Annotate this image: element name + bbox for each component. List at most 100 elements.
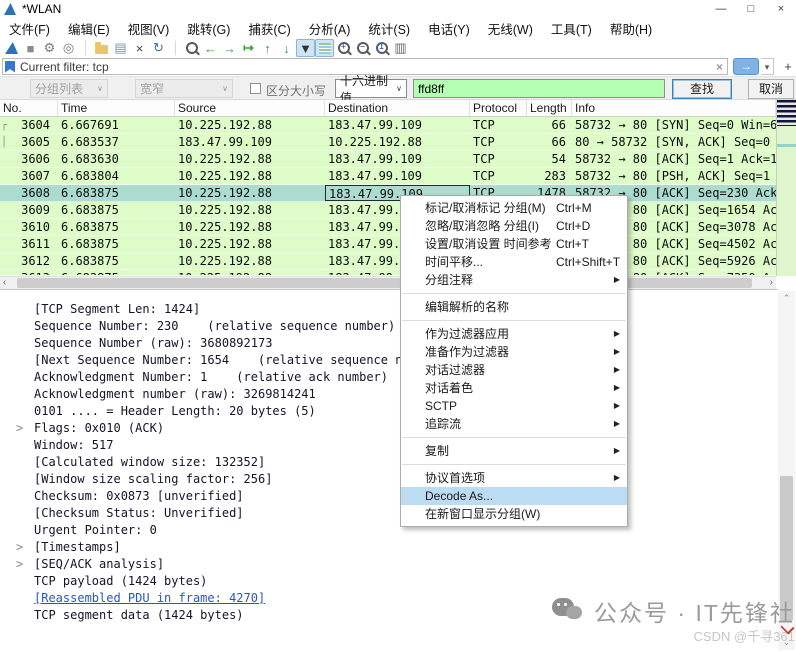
stop-capture-icon[interactable]: ■ (21, 39, 40, 57)
resize-columns-icon[interactable]: ▥ (391, 39, 410, 57)
context-menu-item-follow-stream[interactable]: 追踪流▶ (401, 415, 627, 433)
column-header-info[interactable]: Info (572, 100, 776, 116)
go-forward-icon[interactable]: → (220, 39, 239, 57)
scroll-down-icon[interactable]: ⌄ (778, 637, 795, 648)
details-line[interactable]: >[Timestamps] (0, 539, 778, 556)
context-menu-item-ignore-packet[interactable]: 忽略/取消忽略 分组(I)Ctrl+D (401, 217, 627, 235)
filter-clear-icon[interactable]: × (716, 60, 723, 74)
find-button[interactable]: 查找 (672, 79, 732, 99)
reassembled-pdu-link[interactable]: [Reassembled PDU in frame: 4270] (34, 591, 265, 605)
context-menu-item-packet-comment[interactable]: 分组注释▶ (401, 271, 627, 289)
scroll-right-icon[interactable]: › (770, 277, 773, 289)
menubar-item-analyze[interactable]: 分析(A) (300, 19, 360, 38)
menubar-item-edit[interactable]: 编辑(E) (59, 19, 119, 38)
filter-dropdown-caret[interactable]: ▾ (761, 58, 774, 75)
maximize-button[interactable]: □ (736, 0, 766, 18)
save-file-icon[interactable]: ▤ (111, 39, 130, 57)
column-header-length[interactable]: Length (527, 100, 572, 116)
horizontal-scrollbar[interactable]: ‹ › (0, 276, 776, 289)
go-last-packet-icon[interactable]: ↓ (277, 39, 296, 57)
context-menu-item-time-shift[interactable]: 时间平移...Ctrl+Shift+T (401, 253, 627, 271)
details-vertical-scrollbar[interactable]: ⌃ ⌄ (778, 291, 795, 650)
menubar-item-telephony[interactable]: 电话(Y) (419, 19, 479, 38)
scrollbar-minimap (777, 100, 796, 126)
packet-row-3609[interactable]: 36096.68387510.225.192.88183.47.99.109TC… (0, 202, 776, 219)
search-input[interactable] (413, 79, 665, 98)
zoom-in-icon[interactable]: + (334, 39, 353, 57)
scroll-left-icon[interactable]: ‹ (3, 277, 6, 289)
packet-row-3606[interactable]: 36066.68363010.225.192.88183.47.99.109TC… (0, 151, 776, 168)
menubar-item-file[interactable]: 文件(F) (0, 19, 59, 38)
find-packet-icon[interactable] (182, 39, 201, 57)
packet-row-3604[interactable]: ┌36046.66769110.225.192.88183.47.99.109T… (0, 117, 776, 134)
horizontal-scrollbar-thumb[interactable] (17, 278, 752, 288)
details-line[interactable]: >[SEQ/ACK analysis] (0, 556, 778, 573)
zoom-out-icon[interactable]: − (353, 39, 372, 57)
cancel-button[interactable]: 取消 (748, 79, 794, 99)
packet-row-3612[interactable]: 36126.68387510.225.192.88183.47.99.109TC… (0, 253, 776, 270)
cell-time: 6.683875 (58, 202, 175, 218)
context-menu-item-colorize-conversation[interactable]: 对话着色▶ (401, 379, 627, 397)
case-sensitive-checkbox[interactable] (250, 83, 261, 94)
filter-add-button[interactable]: + (781, 58, 795, 75)
filter-apply-button[interactable]: → (733, 58, 759, 75)
context-menu-item-protocol-preferences[interactable]: 协议首选项▶ (401, 469, 627, 487)
column-header-source[interactable]: Source (175, 100, 325, 116)
details-line[interactable]: >Flags: 0x010 (ACK) (0, 420, 778, 437)
packet-row-3605[interactable]: │36056.683537183.47.99.10910.225.192.88T… (0, 134, 776, 151)
details-line[interactable]: [Reassembled PDU in frame: 4270] (0, 590, 778, 607)
expander-icon[interactable]: > (16, 420, 23, 437)
restart-capture-icon[interactable]: ◎ (59, 39, 78, 57)
close-file-icon[interactable]: × (130, 39, 149, 57)
filter-bookmark-icon[interactable] (5, 61, 15, 73)
menubar-item-view[interactable]: 视图(V) (119, 19, 179, 38)
auto-scroll-icon[interactable]: ▼ (296, 39, 315, 57)
zoom-reset-icon[interactable]: 1 (372, 39, 391, 57)
expander-icon[interactable]: > (16, 539, 23, 556)
context-menu-item-mark-packet[interactable]: 标记/取消标记 分组(M)Ctrl+M (401, 199, 627, 217)
context-menu-item-sctp[interactable]: SCTP▶ (401, 397, 627, 415)
start-capture-icon[interactable] (2, 39, 21, 57)
menubar-item-go[interactable]: 跳转(G) (178, 19, 239, 38)
context-menu-item-apply-as-filter[interactable]: 作为过滤器应用▶ (401, 325, 627, 343)
packet-list-scrollbar[interactable] (776, 100, 796, 276)
colorize-icon[interactable] (315, 39, 334, 57)
context-menu-item-edit-resolved-name[interactable]: 编辑解析的名称 (401, 298, 627, 316)
menu-item-label: 协议首选项 (425, 471, 485, 485)
cell-length: 66 (527, 134, 572, 150)
context-menu-item-set-time-reference[interactable]: 设置/取消设置 时间参考Ctrl+T (401, 235, 627, 253)
menubar-item-help[interactable]: 帮助(H) (601, 19, 661, 38)
context-menu-item-show-in-new-window[interactable]: 在新窗口显示分组(W) (401, 505, 627, 523)
packet-row-3607[interactable]: 36076.68380410.225.192.88183.47.99.109TC… (0, 168, 776, 185)
cell-time: 6.683804 (58, 168, 175, 184)
menubar-item-statistics[interactable]: 统计(S) (359, 19, 419, 38)
details-line: Sequence Number: 230 (relative sequence … (0, 318, 778, 335)
context-menu-item-conversation-filter[interactable]: 对话过滤器▶ (401, 361, 627, 379)
menubar-item-wireless[interactable]: 无线(W) (479, 19, 542, 38)
packet-row-3610[interactable]: 36106.68387510.225.192.88183.47.99.109TC… (0, 219, 776, 236)
packet-row-3611[interactable]: 36116.68387510.225.192.88183.47.99.109TC… (0, 236, 776, 253)
context-menu-item-prepare-as-filter[interactable]: 准备作为过滤器▶ (401, 343, 627, 361)
context-menu-item-decode-as[interactable]: Decode As... (401, 487, 627, 505)
close-button[interactable]: × (766, 0, 796, 18)
column-header-time[interactable]: Time (58, 100, 175, 116)
menubar-item-capture[interactable]: 捕获(C) (239, 19, 299, 38)
packet-row-3608[interactable]: 36086.68387510.225.192.88183.47.99.109TC… (0, 185, 776, 202)
go-back-icon[interactable]: ← (201, 39, 220, 57)
packet-list-header: No.TimeSourceDestinationProtocolLengthIn… (0, 100, 776, 117)
search-type-select[interactable]: 十六进制值∨ (335, 79, 407, 98)
context-menu-item-copy[interactable]: 复制▶ (401, 442, 627, 460)
column-header-no[interactable]: No. (0, 100, 58, 116)
menubar-item-tools[interactable]: 工具(T) (542, 19, 601, 38)
column-header-protocol[interactable]: Protocol (470, 100, 527, 116)
expander-icon[interactable]: > (16, 556, 23, 573)
vertical-scrollbar-thumb[interactable] (780, 476, 793, 621)
reload-icon[interactable]: ↻ (149, 39, 168, 57)
column-header-destination[interactable]: Destination (325, 100, 470, 116)
scroll-up-icon[interactable]: ⌃ (778, 293, 795, 304)
capture-options-icon[interactable]: ⚙ (40, 39, 59, 57)
go-to-packet-icon[interactable]: ↦ (239, 39, 258, 57)
go-first-packet-icon[interactable]: ↑ (258, 39, 277, 57)
minimize-button[interactable]: — (706, 0, 736, 18)
open-file-icon[interactable] (92, 39, 111, 57)
